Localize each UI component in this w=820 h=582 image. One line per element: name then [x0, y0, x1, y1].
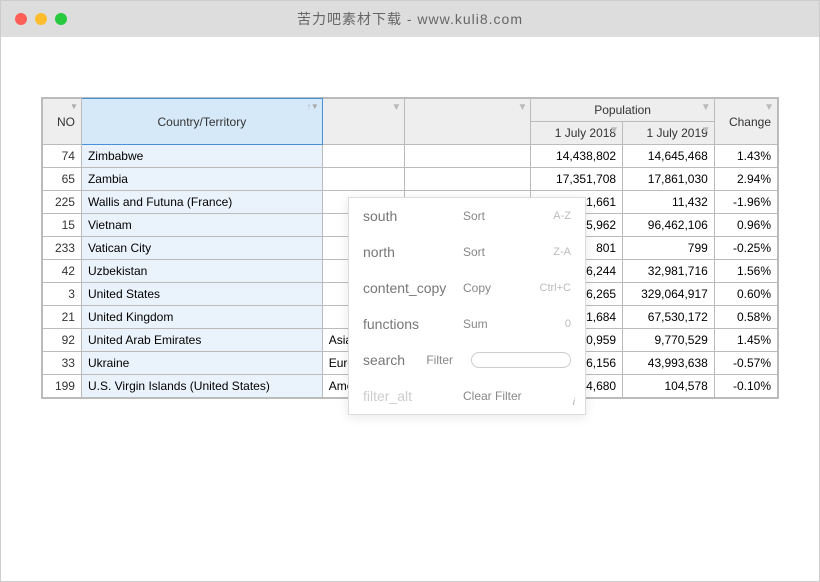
header-no[interactable]: NO▼	[43, 99, 82, 145]
cell-2019[interactable]: 32,981,716	[623, 260, 715, 283]
cell-2019[interactable]: 67,530,172	[623, 306, 715, 329]
cell-no[interactable]: 233	[43, 237, 82, 260]
minimize-icon[interactable]	[35, 13, 47, 25]
cell-change[interactable]: 1.56%	[714, 260, 777, 283]
header-2018[interactable]: 1 July 2018▼	[531, 122, 623, 145]
cell-subregion[interactable]	[405, 145, 531, 168]
window-controls	[15, 13, 67, 25]
cell-country[interactable]: U.S. Virgin Islands (United States)	[81, 375, 322, 398]
header-2019[interactable]: 1 July 2019▼	[623, 122, 715, 145]
filter-icon: ▼	[609, 125, 619, 136]
search-icon: search	[363, 352, 416, 368]
cell-no[interactable]: 42	[43, 260, 82, 283]
menu-sort-asc[interactable]: south Sort A-Z	[349, 198, 585, 234]
table-row[interactable]: 65Zambia 17,351,70817,861,0302.94%	[43, 168, 778, 191]
cell-2019[interactable]: 329,064,917	[623, 283, 715, 306]
cell-2019[interactable]: 14,645,468	[623, 145, 715, 168]
cell-change[interactable]: 0.96%	[714, 214, 777, 237]
filter-icon: ▼	[701, 102, 711, 113]
filter-icon: ▼	[517, 102, 527, 113]
cell-change[interactable]: 2.94%	[714, 168, 777, 191]
menu-sort-desc[interactable]: north Sort Z-A	[349, 234, 585, 270]
filter-input[interactable]	[471, 352, 571, 368]
info-icon[interactable]: i	[573, 397, 575, 408]
maximize-icon[interactable]	[55, 13, 67, 25]
cell-change[interactable]: 1.45%	[714, 329, 777, 352]
cell-no[interactable]: 225	[43, 191, 82, 214]
content-area: NO▼ Country/Territory↑▼ ▼ ▼ Population▼ …	[1, 37, 819, 581]
cell-change[interactable]: -0.57%	[714, 352, 777, 375]
titlebar: 苦力吧素材下载 - www.kuli8.com	[1, 1, 819, 37]
cell-no[interactable]: 15	[43, 214, 82, 237]
cell-country[interactable]: Zimbabwe	[81, 145, 322, 168]
filter-icon: ▼	[764, 102, 774, 113]
header-change[interactable]: Change▼	[714, 99, 777, 145]
cell-change[interactable]: 0.58%	[714, 306, 777, 329]
cell-2019[interactable]: 9,770,529	[623, 329, 715, 352]
cell-region[interactable]	[322, 145, 405, 168]
cell-country[interactable]: United Arab Emirates	[81, 329, 322, 352]
menu-clear-filter: filter_alt Clear Filter	[349, 378, 585, 414]
north-icon: north	[363, 244, 453, 260]
cell-2019[interactable]: 799	[623, 237, 715, 260]
filter-icon: ▼	[391, 102, 401, 113]
cell-change[interactable]: 1.43%	[714, 145, 777, 168]
filter-icon: ▼	[701, 125, 711, 136]
cell-country[interactable]: Vatican City	[81, 237, 322, 260]
cell-country[interactable]: Ukraine	[81, 352, 322, 375]
cell-2019[interactable]: 17,861,030	[623, 168, 715, 191]
close-icon[interactable]	[15, 13, 27, 25]
cell-no[interactable]: 3	[43, 283, 82, 306]
menu-filter[interactable]: search Filter	[349, 342, 585, 378]
cell-change[interactable]: -0.25%	[714, 237, 777, 260]
header-population[interactable]: Population▼	[531, 99, 714, 122]
sort-icon: ↑▼	[307, 102, 319, 111]
cell-country[interactable]: Wallis and Futuna (France)	[81, 191, 322, 214]
header-subregion[interactable]: ▼	[405, 99, 531, 145]
cell-2019[interactable]: 11,432	[623, 191, 715, 214]
cell-region[interactable]	[322, 168, 405, 191]
cell-country[interactable]: United Kingdom	[81, 306, 322, 329]
window-title: 苦力吧素材下载 - www.kuli8.com	[297, 9, 523, 29]
cell-no[interactable]: 74	[43, 145, 82, 168]
cell-subregion[interactable]	[405, 168, 531, 191]
cell-country[interactable]: United States	[81, 283, 322, 306]
cell-country[interactable]: Zambia	[81, 168, 322, 191]
context-menu: south Sort A-Z north Sort Z-A content_co…	[348, 197, 586, 415]
app-window: 苦力吧素材下载 - www.kuli8.com NO▼ Country/Terr…	[0, 0, 820, 582]
sort-icon: ▼	[70, 102, 78, 111]
cell-change[interactable]: -1.96%	[714, 191, 777, 214]
cell-2019[interactable]: 96,462,106	[623, 214, 715, 237]
cell-no[interactable]: 21	[43, 306, 82, 329]
cell-change[interactable]: -0.10%	[714, 375, 777, 398]
filter-alt-icon: filter_alt	[363, 388, 453, 404]
functions-icon: functions	[363, 316, 453, 332]
cell-no[interactable]: 92	[43, 329, 82, 352]
header-region[interactable]: ▼	[322, 99, 405, 145]
cell-country[interactable]: Vietnam	[81, 214, 322, 237]
cell-2019[interactable]: 104,578	[623, 375, 715, 398]
cell-no[interactable]: 199	[43, 375, 82, 398]
copy-icon: content_copy	[363, 280, 453, 296]
south-icon: south	[363, 208, 453, 224]
header-country[interactable]: Country/Territory↑▼	[81, 99, 322, 145]
table-row[interactable]: 74Zimbabwe 14,438,80214,645,4681.43%	[43, 145, 778, 168]
cell-2019[interactable]: 43,993,638	[623, 352, 715, 375]
cell-no[interactable]: 65	[43, 168, 82, 191]
cell-2018[interactable]: 17,351,708	[531, 168, 623, 191]
cell-no[interactable]: 33	[43, 352, 82, 375]
cell-change[interactable]: 0.60%	[714, 283, 777, 306]
cell-country[interactable]: Uzbekistan	[81, 260, 322, 283]
cell-2018[interactable]: 14,438,802	[531, 145, 623, 168]
menu-copy[interactable]: content_copy Copy Ctrl+C	[349, 270, 585, 306]
menu-sum[interactable]: functions Sum 0	[349, 306, 585, 342]
